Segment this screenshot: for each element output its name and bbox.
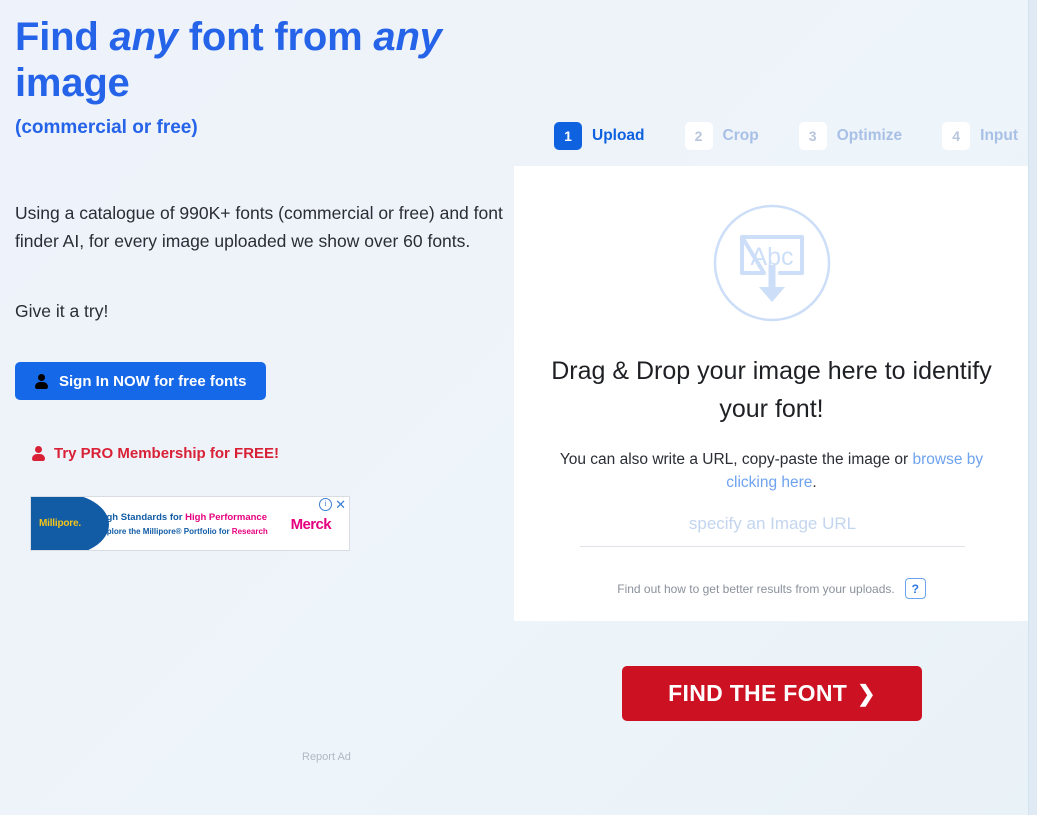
dropzone-title: Drag & Drop your image here to identify … [551,357,992,423]
step-crop[interactable]: 2 Crop [684,122,759,150]
ad-subline-highlight: Research [231,527,268,536]
page-title-segment-2: font from [177,15,374,59]
upload-abc-icon: Abc [713,204,830,322]
ad-headline: High Standards for High Performance [97,512,268,524]
intro-paragraph: Using a catalogue of 990K+ fonts (commer… [15,203,503,251]
dropzone-subtext: You can also write a URL, copy-paste the… [534,448,1009,494]
ad-brand-logo: Millipore. [39,518,81,529]
step-crop-number: 2 [684,122,713,150]
find-the-font-label: FIND THE FONT [668,680,848,706]
upload-dropzone-card[interactable]: Abc Drag & Drop your image here to ident… [514,166,1029,621]
left-column: Find any font from any image (commercial… [15,14,515,763]
step-optimize[interactable]: 3 Optimize [798,122,903,150]
step-input[interactable]: 4 Input [942,122,1018,150]
person-icon [34,373,48,389]
sign-in-button[interactable]: Sign In NOW for free fonts [15,362,266,400]
step-upload-number: 1 [554,122,582,150]
step-upload-label: Upload [592,127,645,144]
report-ad-link[interactable]: Report Ad [302,751,351,763]
ad-subline-plain: Explore the Millipore® Portfolio for [97,527,232,536]
step-optimize-number: 3 [798,122,827,150]
page-title-segment-1: Find [15,15,110,59]
step-upload[interactable]: 1 Upload [554,122,645,150]
chevron-right-icon: ❯ [857,680,876,706]
ad-headline-highlight: High Performance [185,512,267,523]
page-right-edge [1028,0,1037,815]
close-icon[interactable]: ✕ [335,498,346,511]
ad-headline-plain: High Standards for [97,512,186,523]
ad-advertiser-logo: Merck [290,516,332,533]
advertisement-banner[interactable]: Millipore. High Standards for High Perfo… [30,496,350,551]
ad-controls: i ✕ [319,498,346,511]
helper-row: Find out how to get better results from … [514,578,1029,599]
try-pro-membership-label: Try PRO Membership for FREE! [54,445,280,462]
step-input-label: Input [980,127,1019,144]
page-subtitle: (commercial or free) [15,117,198,138]
page-title: Find any font from any image [15,14,515,106]
sign-in-button-label: Sign In NOW for free fonts [59,372,247,390]
page-title-segment-3: image [15,61,130,105]
try-pro-membership-link[interactable]: Try PRO Membership for FREE! [31,445,279,462]
step-optimize-label: Optimize [836,127,903,144]
cta-prompt-text: Give it a try! [15,301,109,321]
person-icon [31,446,45,462]
upload-helper-text: Find out how to get better results from … [617,581,895,596]
find-the-font-button[interactable]: FIND THE FONT ❯ [622,666,922,721]
dropzone-subtext-plain: You can also write a URL, copy-paste the… [559,451,913,468]
help-icon[interactable]: ? [904,578,926,599]
ad-copy: High Standards for High Performance Expl… [97,512,268,538]
page-title-emphasis-2: any [373,15,442,59]
step-crop-label: Crop [722,127,759,144]
dropzone-subtext-period: . [812,474,817,491]
info-icon[interactable]: i [319,498,333,511]
page-title-emphasis-1: any [109,15,179,59]
ad-subline: Explore the Millipore® Portfolio for Res… [97,526,268,538]
image-url-input[interactable] [580,514,965,547]
step-indicator: 1 Upload 2 Crop 3 Optimize 4 Input [554,122,1018,150]
step-input-number: 4 [942,122,971,150]
